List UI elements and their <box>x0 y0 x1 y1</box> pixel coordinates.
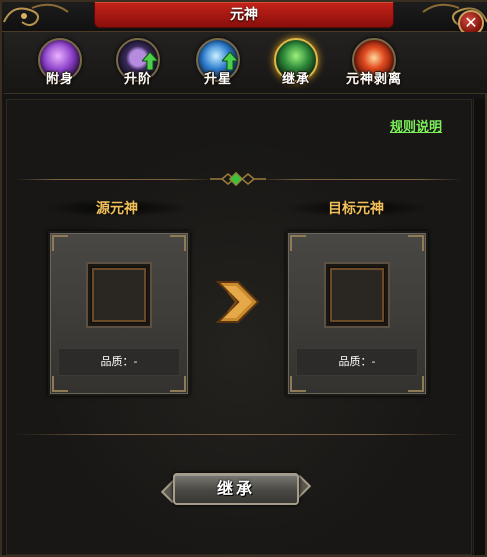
tab-star[interactable]: 升星 <box>188 38 248 94</box>
tab-strip-spirit-label: 元神剥离 <box>345 72 402 87</box>
target-slot-title: 目标元神 <box>328 201 384 217</box>
source-quality: 品质：- <box>58 348 180 376</box>
tab-inherit[interactable]: 继承 <box>266 38 326 94</box>
tab-advance-label: 升阶 <box>123 72 152 87</box>
tab-star-label: 升星 <box>203 72 232 87</box>
tab-possess-label: 附身 <box>45 72 74 87</box>
source-slot-panel: 品质：- <box>48 231 190 396</box>
inherit-button[interactable]: 继承 <box>160 471 312 507</box>
tab-strip: 附身 升阶 升星 继承 元神剥离 <box>4 32 487 94</box>
window-title: 元神 <box>230 7 258 23</box>
corner-ornament-icon <box>408 376 424 392</box>
divider-bottom <box>14 434 464 435</box>
spirit-window: 元神 ✕ 附身 升阶 升星 继承 元神剥离 规则说明 源元神 目标元神 品质：-… <box>0 0 487 557</box>
corner-ornament-icon <box>290 376 306 392</box>
divider-left <box>14 179 214 180</box>
inherit-button-label: 继承 <box>216 479 255 498</box>
title-ornament-left-icon <box>3 3 69 26</box>
target-slot-panel: 品质：- <box>286 231 428 396</box>
divider-ornament-right-icon <box>240 173 266 185</box>
corner-ornament-icon <box>408 235 424 251</box>
tab-possess[interactable]: 附身 <box>30 38 90 94</box>
corner-ornament-icon <box>52 376 68 392</box>
title-bar: 元神 <box>2 2 487 32</box>
tab-strip-spirit[interactable]: 元神剥离 <box>344 38 404 94</box>
target-item-slot[interactable] <box>324 262 390 328</box>
scrollbar[interactable] <box>473 99 485 555</box>
tab-inherit-label: 继承 <box>281 72 310 87</box>
source-item-slot[interactable] <box>86 262 152 328</box>
corner-ornament-icon <box>290 235 306 251</box>
rules-link[interactable]: 规则说明 <box>390 116 456 135</box>
divider-right <box>258 179 462 180</box>
corner-ornament-icon <box>170 235 186 251</box>
source-item-box <box>92 268 146 322</box>
tab-advance[interactable]: 升阶 <box>108 38 168 94</box>
transfer-arrow-icon <box>215 281 260 323</box>
corner-ornament-icon <box>52 235 68 251</box>
corner-ornament-icon <box>170 376 186 392</box>
source-slot-title: 源元神 <box>96 201 138 217</box>
target-item-box <box>330 268 384 322</box>
target-quality: 品质：- <box>296 348 418 376</box>
